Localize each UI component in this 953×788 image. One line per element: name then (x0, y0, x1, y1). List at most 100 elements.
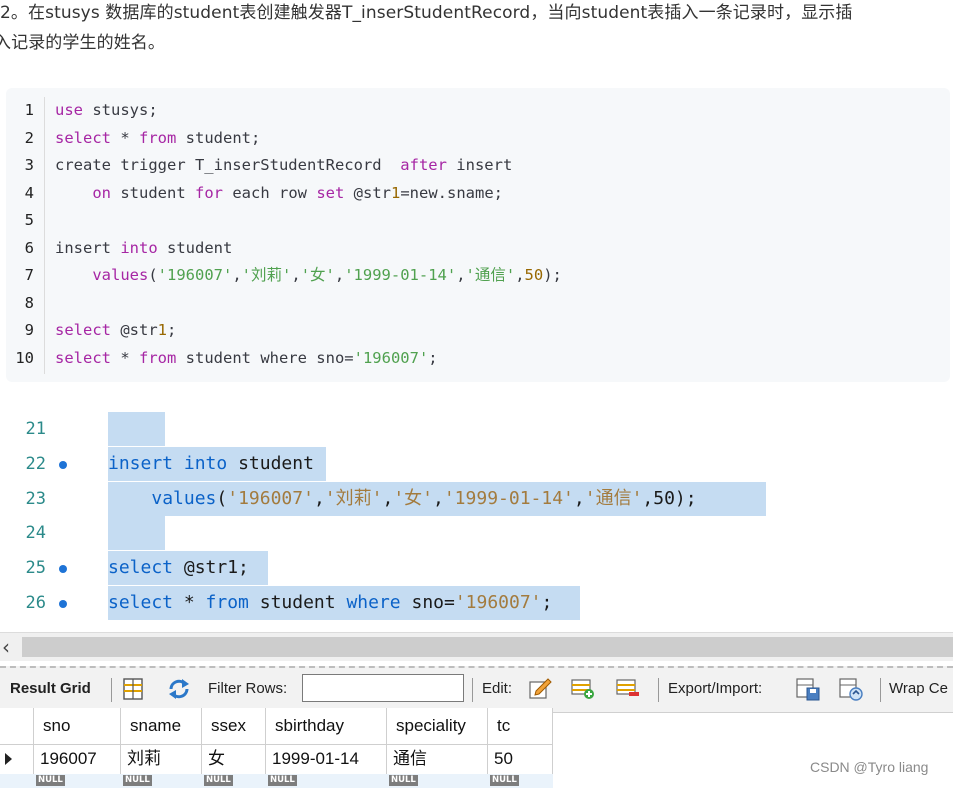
statement-marker-icon[interactable] (59, 460, 67, 469)
code-token: stusys; (83, 101, 158, 119)
code-token: insert (55, 238, 121, 257)
filter-rows-label: Filter Rows: (208, 680, 288, 697)
code-token: from (139, 128, 177, 147)
code-token: '196007' (353, 348, 429, 367)
column-header-ssex[interactable]: ssex (202, 708, 266, 744)
cell-sno[interactable]: 196007 (34, 744, 121, 774)
row-marker-header (0, 708, 34, 744)
code-line: 3 create trigger T_inserStudentRecord aft… (6, 152, 946, 180)
code-token: @str (111, 321, 158, 339)
intro-line-2: 入记录的学生的姓名。 (0, 33, 165, 53)
add-row-icon[interactable] (570, 676, 596, 702)
delete-row-icon[interactable] (615, 676, 641, 702)
code-token: each row (223, 183, 317, 202)
horizontal-scrollbar[interactable]: ‹ (0, 632, 953, 661)
result-grid-label[interactable]: Result Grid (10, 680, 91, 697)
code-token: 1 (391, 183, 401, 202)
toolbar-separator (472, 678, 473, 702)
wrap-cell-label[interactable]: Wrap Ce (889, 680, 948, 697)
code-text: select * from student where sno='196007'… (55, 345, 438, 373)
editor-token: where (346, 592, 401, 613)
refresh-icon[interactable] (166, 676, 192, 702)
code-line: 5 (6, 207, 946, 235)
code-text: values('196007','刘莉','女','1999-01-14','通… (55, 262, 562, 290)
code-text: insert into student (55, 235, 232, 263)
editor-token: ,50); (642, 487, 697, 509)
editor-line[interactable]: 26 select * from student where sno='19600… (0, 586, 953, 620)
editor-line[interactable]: 22 insert into student (0, 446, 953, 481)
code-token: '女' (300, 266, 335, 284)
statement-marker-icon[interactable] (59, 600, 67, 608)
sql-editor[interactable]: 21 22 insert into student 23 values('196007… (0, 410, 953, 632)
import-icon[interactable] (838, 676, 864, 702)
editor-line-number: 24 (25, 523, 46, 544)
code-token: into (120, 238, 158, 257)
filter-rows-input[interactable] (302, 674, 464, 702)
column-header-sno[interactable]: sno (34, 708, 121, 744)
cell-speciality[interactable]: 通信 (387, 744, 488, 774)
line-number: 4 (24, 183, 34, 202)
editor-token: '通信' (584, 487, 643, 509)
null-badge[interactable]: NULL (268, 775, 297, 786)
null-badge[interactable]: NULL (490, 775, 519, 786)
code-token: student (157, 238, 233, 257)
column-header-sname[interactable]: sname (121, 708, 202, 744)
code-token: insert (446, 156, 513, 174)
null-badge[interactable]: NULL (36, 775, 65, 786)
editor-token: '1999-01-14' (443, 487, 574, 509)
code-token: '196007' (157, 266, 233, 284)
table-row[interactable]: 196007 刘莉女 1999-01-14 通信 50 (0, 744, 553, 774)
code-token: , (232, 266, 242, 284)
editor-token (173, 453, 184, 474)
column-header-sbirthday[interactable]: sbirthday (266, 708, 387, 744)
editor-line-number: 21 (25, 419, 46, 439)
code-token: set (316, 183, 345, 202)
null-badge[interactable]: NULL (204, 775, 233, 786)
column-header-tc[interactable]: tc (488, 708, 553, 744)
edit-pencil-icon[interactable] (527, 676, 553, 702)
code-token: =new.sname; (400, 183, 503, 202)
editor-line-number: 26 (25, 593, 46, 613)
form-view-icon[interactable] (120, 676, 146, 702)
editor-line[interactable]: 24 (0, 516, 953, 551)
code-line: 2 select * from student; (6, 125, 946, 153)
code-token: student; (176, 128, 261, 147)
code-token: * (111, 348, 139, 367)
line-number: 8 (24, 293, 34, 312)
code-token: select (55, 128, 111, 147)
editor-line[interactable]: 23 values('196007','刘莉','女','1999-01-14'… (0, 481, 953, 516)
code-token: from (139, 348, 177, 367)
cell-sbirthday[interactable]: 1999-01-14 (266, 744, 387, 774)
editor-text: select @str1; (108, 551, 249, 585)
code-line: 8 (6, 290, 946, 318)
null-badge[interactable]: NULL (389, 775, 418, 786)
code-token: student (111, 183, 195, 202)
line-number: 1 (24, 101, 34, 119)
code-token: after (400, 156, 447, 174)
cell-ssex[interactable]: 女 (202, 744, 266, 774)
editor-token: from (205, 592, 249, 613)
line-number: 2 (24, 128, 34, 147)
statement-marker-icon[interactable] (59, 565, 67, 574)
column-header-speciality[interactable]: speciality (387, 708, 488, 744)
null-badge[interactable]: NULL (123, 775, 152, 786)
cell-sname[interactable]: 刘莉 (121, 744, 202, 774)
export-icon[interactable] (795, 676, 821, 702)
grid-header: sno sname ssex sbirthday speciality tc (0, 708, 553, 745)
editor-line[interactable]: 25 select @str1; (0, 551, 953, 586)
code-token: , (334, 266, 345, 284)
scrollbar-track[interactable] (22, 637, 953, 657)
line-number: 3 (24, 156, 34, 174)
scroll-left-icon[interactable]: ‹ (2, 635, 10, 659)
watermark: CSDN @Tyro liang (810, 759, 929, 775)
editor-token: ( (216, 487, 228, 509)
editor-line[interactable]: 21 (0, 412, 953, 446)
editor-token (108, 488, 151, 509)
cell-tc[interactable]: 50 (488, 744, 553, 774)
code-token: '刘莉' (241, 266, 292, 284)
code-text: create trigger T_inserStudentRecord afte… (55, 152, 512, 180)
code-token: 1 (157, 321, 168, 339)
code-block: 1 use stusys; 2 select * from student; 3 crea… (6, 88, 950, 382)
editor-line-number: 23 (25, 488, 46, 509)
code-text: select @str1; (55, 317, 176, 345)
